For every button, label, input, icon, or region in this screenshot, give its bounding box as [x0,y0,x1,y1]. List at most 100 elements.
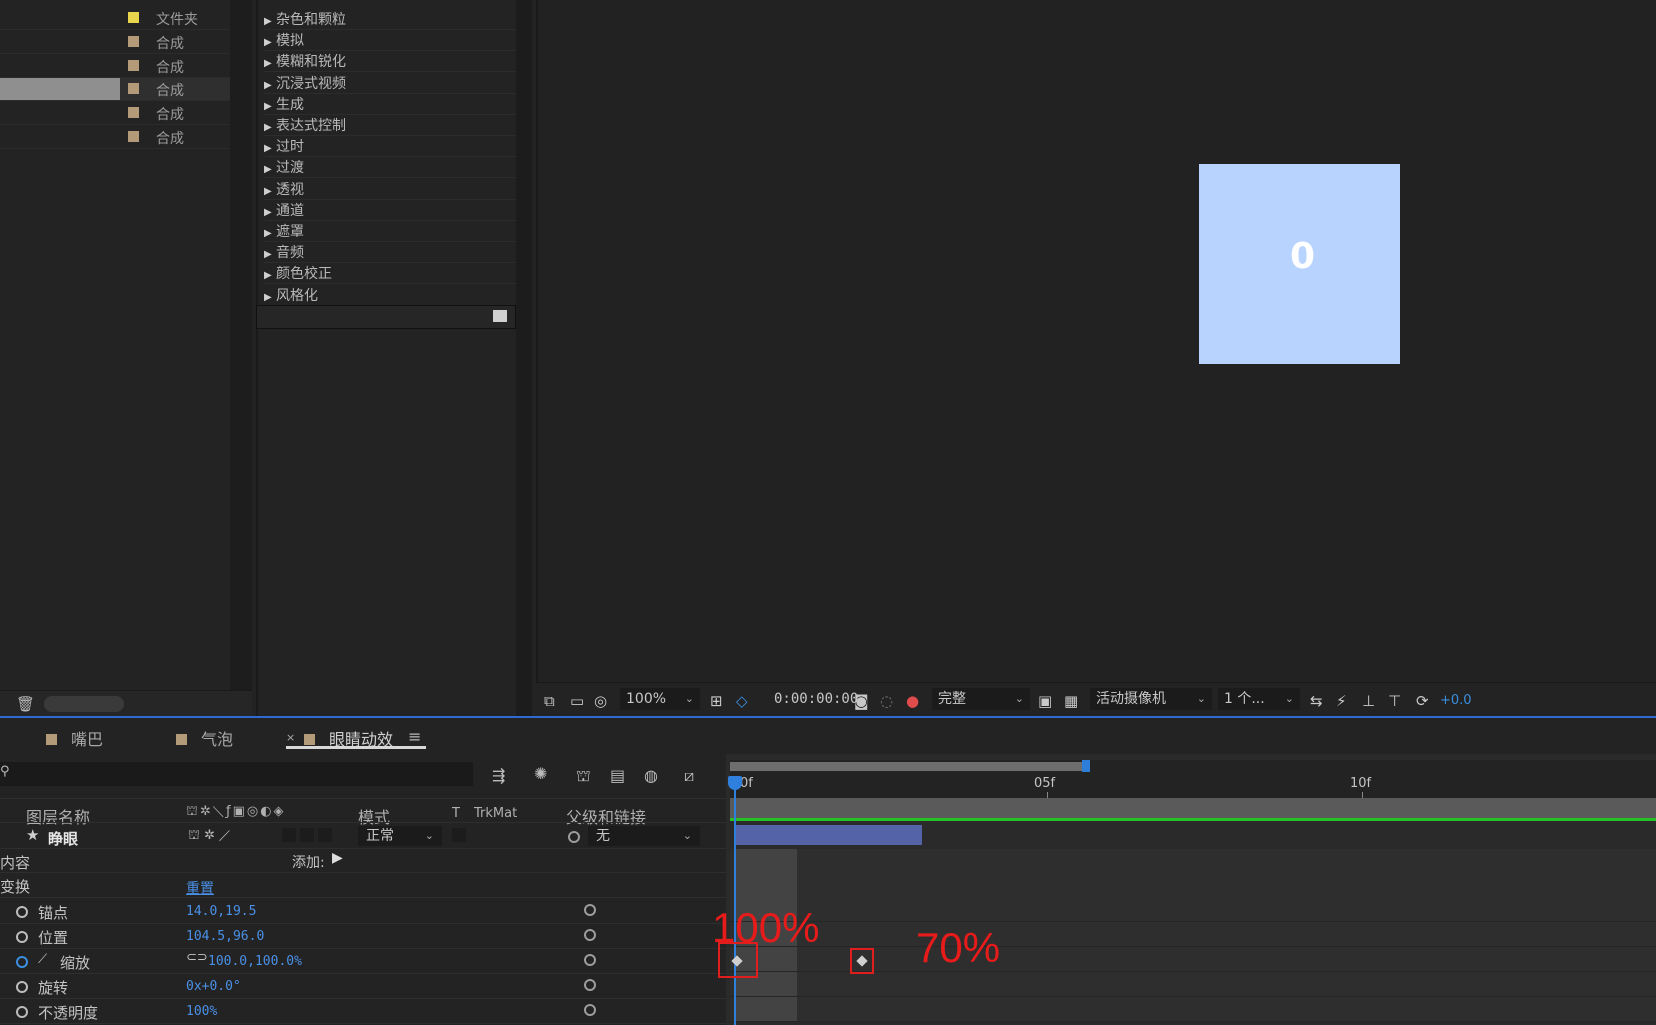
current-time-indicator[interactable] [734,776,736,1025]
label-color-swatch[interactable] [128,36,139,47]
expression-pick-whip-icon[interactable] [584,1004,596,1016]
label-color-swatch[interactable] [128,12,139,23]
work-area-end-handle[interactable] [1082,760,1090,772]
stopwatch-icon[interactable] [16,906,28,918]
property-value[interactable]: 100% [186,1004,217,1019]
expand-triangle-icon[interactable]: ▶ [264,270,276,281]
expand-triangle-icon[interactable]: ▶ [264,143,276,154]
property-track[interactable] [730,849,1656,874]
draft-3d-icon[interactable]: ✺ [534,764,547,783]
close-tab-icon[interactable]: × [286,731,295,744]
transform-group-label[interactable]: 变换 [0,876,30,897]
layer-name[interactable]: 睁眼 [48,828,78,849]
project-item[interactable]: 合成 [0,78,230,101]
expand-triangle-icon[interactable]: ▶ [264,58,276,69]
tab-bubble[interactable]: 气泡 [176,726,233,750]
property-label[interactable]: 位置 [38,927,68,948]
safe-margins-icon[interactable]: ⊞ [710,692,723,710]
exposure-value[interactable]: +0.0 [1440,693,1472,708]
project-item[interactable]: 合成 [0,126,230,149]
expand-triangle-icon[interactable]: ▶ [264,16,276,27]
graph-icon[interactable]: ⟋ [38,952,47,967]
layer-search-input[interactable]: ⚲ [0,762,473,786]
mask-visibility-icon[interactable]: ◎ [594,692,607,710]
label-color-swatch[interactable] [128,107,139,118]
label-color-swatch[interactable] [128,131,139,142]
switch-box[interactable] [282,828,296,842]
expand-triangle-icon[interactable]: ▶ [264,37,276,48]
effects-category[interactable]: ▶ 过渡 [264,157,520,179]
stopwatch-icon[interactable] [16,956,28,968]
layer-name-column-header[interactable]: 图层名称 [26,804,90,828]
effects-category[interactable]: ▶ 模糊和锐化 [264,51,520,73]
color-channels-icon[interactable]: ● [906,692,919,710]
property-value[interactable]: 0x+0.0° [186,979,241,994]
effects-category[interactable]: ▶ 透视 [264,179,520,200]
always-preview-icon[interactable]: ⧉ [544,692,555,710]
expand-triangle-icon[interactable]: ▶ [264,186,276,197]
effects-category[interactable]: ▶ 杂色和颗粒 [264,9,520,30]
expression-pick-whip-icon[interactable] [584,954,596,966]
effects-category[interactable]: ▶ 过时 [264,136,520,158]
property-track[interactable] [730,897,1656,922]
property-track[interactable] [730,873,1656,898]
constrain-proportions-link-icon[interactable]: ⊂⊃ [186,950,208,965]
panel-menu-icon[interactable]: ≡ [408,727,421,746]
motion-blur-icon[interactable]: ◍ [644,766,658,785]
project-horizontal-scroll[interactable] [44,696,124,712]
trkmat-column-header[interactable]: TrkMat [474,806,517,821]
resolution-dropdown[interactable]: 完整 ⌄ [932,688,1030,710]
project-item[interactable]: 合成 [0,102,230,125]
parent-column-header[interactable]: 父级和链接 [566,804,646,828]
trkmat-box[interactable] [452,828,466,842]
trash-icon[interactable]: 🗑 [16,695,35,713]
composition-viewer[interactable] [536,0,1656,682]
expression-pick-whip-icon[interactable] [584,904,596,916]
expand-triangle-icon[interactable]: ▶ [264,249,276,260]
parent-dropdown[interactable]: 无 ⌄ [588,826,700,846]
effects-category[interactable]: ▶ 风格化 [264,285,520,306]
effects-category[interactable]: ▶ 遮罩 [264,221,520,242]
effects-category[interactable]: ▶ 通道 [264,200,520,221]
property-value[interactable]: 104.5,96.0 [186,929,264,944]
label-color-swatch[interactable] [128,60,139,71]
toggle-pixel-aspect-icon[interactable]: ⇆ [1310,692,1323,710]
effects-category[interactable]: ▶ 沉浸式视频 [264,73,520,94]
project-scrollbar[interactable] [230,0,252,716]
zoom-dropdown[interactable]: 100% ⌄ [620,688,700,710]
stopwatch-icon[interactable] [16,981,28,993]
effects-category[interactable]: ▶ 表达式控制 [264,115,520,136]
fast-preview-icon[interactable]: ⚡ [1336,692,1347,710]
hide-shy-layers-icon[interactable]: ⛫ [576,766,591,787]
effects-category[interactable]: ▶ 音频 [264,242,520,264]
region-of-interest-icon[interactable]: ▣ [1038,692,1052,710]
property-label[interactable]: 不透明度 [38,1002,98,1023]
comp-mini-flowchart-icon[interactable]: ⇶ [492,766,505,785]
property-label[interactable]: 缩放 [60,952,90,973]
layer-switches-icons[interactable]: ⛫ ✲ ⟋ [188,828,230,845]
switch-box[interactable] [300,828,314,842]
add-content-button[interactable]: ▶ [332,850,343,866]
mode-column-header[interactable]: 模式 [358,804,390,828]
property-value[interactable]: 14.0,19.5 [186,904,256,919]
layer-duration-bar[interactable] [735,825,922,845]
effects-category[interactable]: ▶ 生成 [264,94,520,115]
expand-triangle-icon[interactable]: ▶ [264,164,276,175]
property-value[interactable]: 100.0,100.0% [208,954,302,969]
monitor-icon[interactable]: ▭ [570,692,584,710]
current-time-indicator-head[interactable] [728,776,742,790]
frame-blending-icon[interactable]: ▤ [610,766,625,785]
property-label[interactable]: 锚点 [38,902,68,923]
current-timecode[interactable]: 0:00:00:00 [774,691,858,707]
property-track[interactable] [730,972,1656,997]
reset-transform-link[interactable]: 重置 [186,878,214,898]
expand-triangle-icon[interactable]: ▶ [264,101,276,112]
effects-category[interactable]: ▶ 颜色校正 [264,263,520,285]
snapshot-camera-icon[interactable]: ◙ [854,692,869,710]
new-bin-icon[interactable] [493,310,507,322]
project-item[interactable]: 合成 [0,31,230,54]
property-track[interactable] [730,922,1656,947]
flowchart-icon[interactable]: ⊤ [1388,692,1401,710]
graph-editor-icon[interactable]: ⧄ [684,766,694,786]
project-item[interactable]: 文件夹 [0,7,230,30]
